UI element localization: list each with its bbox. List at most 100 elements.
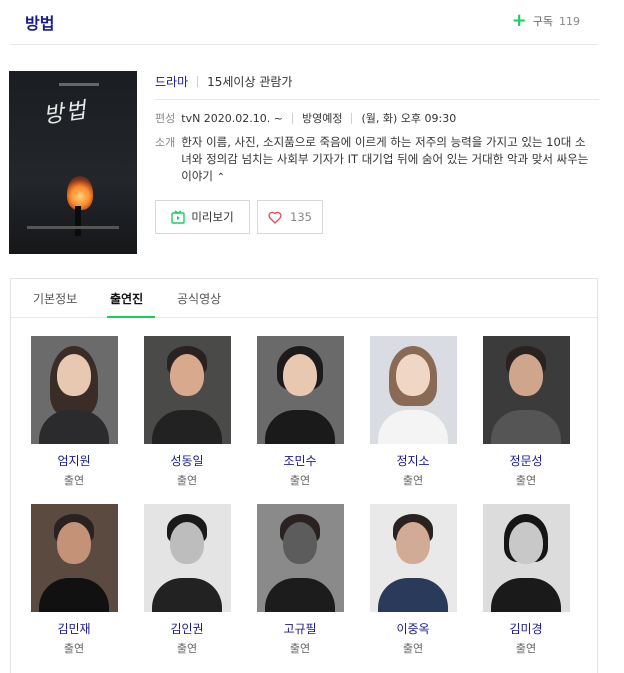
poster-title: 방법 [41,98,90,129]
subscribe-label: 구독 [532,15,553,28]
genre-link[interactable]: 드라마 [155,73,188,90]
synopsis-body: 한자 이름, 사진, 소지품으로 죽음에 이르게 하는 저주의 능력을 가지고 … [181,135,589,183]
tab-official-video[interactable]: 공식영상 [177,290,221,307]
poster-figure [75,206,81,236]
cast-photo[interactable] [482,504,570,612]
header: 방법 + 구독 119 [10,0,598,45]
photo-face [170,522,204,564]
genre-row: 드라마 15세이상 관람가 [155,73,292,90]
poster-fire [67,176,93,210]
cast-role: 출연 [515,474,537,487]
cast-photo[interactable] [143,336,231,444]
photo-body [378,410,448,444]
cast-name[interactable]: 조민수 [255,452,345,469]
cast-item[interactable]: 조민수 출연 [255,336,345,488]
photo-face [283,354,317,396]
cast-role: 출연 [289,642,311,655]
cast-photo[interactable] [30,336,118,444]
airtime: (월, 화) 오후 09:30 [361,112,457,125]
cast-name[interactable]: 정지소 [368,452,458,469]
plus-icon: + [511,10,527,31]
synopsis-text: 한자 이름, 사진, 소지품으로 죽음에 이르게 하는 저주의 능력을 가지고 … [181,134,591,186]
photo-body [491,410,561,444]
status: 방영예정 [302,112,343,125]
divider-line [155,99,599,100]
subscribe-count: 119 [559,14,580,28]
cast-item[interactable]: 성동일 출연 [142,336,232,488]
like-count: 135 [290,210,312,224]
photo-body [39,410,109,444]
cast-role: 출연 [176,642,198,655]
cast-role: 출연 [63,642,85,655]
chevron-up-icon[interactable]: ⌃ [217,172,225,183]
subscribe-button[interactable]: + 구독 119 [511,10,580,31]
schedule-label: 편성 [155,112,176,125]
cast-photo[interactable] [369,504,457,612]
cast-name[interactable]: 정문성 [481,452,571,469]
cast-name[interactable]: 김민재 [29,620,119,637]
photo-face [57,522,91,564]
cast-name[interactable]: 김인권 [142,620,232,637]
synopsis-row: 소개 한자 이름, 사진, 소지품으로 죽음에 이르게 하는 저주의 능력을 가… [155,134,591,186]
tab-cast[interactable]: 출연진 [110,290,143,307]
cast-item[interactable]: 이중옥 출연 [368,504,458,656]
photo-face [509,354,543,396]
divider [292,112,293,124]
poster-network-mark [59,83,99,86]
photo-body [39,578,109,612]
tab-bar: 기본정보 출연진 공식영상 [10,278,598,318]
cast-photo[interactable] [256,504,344,612]
cast-name[interactable]: 성동일 [142,452,232,469]
network-date: tvN 2020.02.10. ~ [181,111,283,125]
photo-body [152,578,222,612]
cast-item[interactable]: 김민재 출연 [29,504,119,656]
divider [197,76,199,87]
cast-item[interactable]: 정문성 출연 [481,336,571,488]
cast-role: 출연 [402,642,424,655]
photo-face [396,354,430,396]
cast-name[interactable]: 엄지원 [29,452,119,469]
cast-list: 엄지원 출연 성동일 출연 조민수 출연 정지소 출연 정문성 출연 김민재 출… [10,318,598,673]
cast-name[interactable]: 고규필 [255,620,345,637]
rating: 15세이상 관람가 [207,75,293,89]
like-button[interactable]: 135 [257,200,323,234]
cast-photo[interactable] [256,336,344,444]
cast-item[interactable]: 정지소 출연 [368,336,458,488]
poster-image[interactable]: 방법 [9,71,137,254]
cast-name[interactable]: 이중옥 [368,620,458,637]
photo-body [378,578,448,612]
page-title: 방법 [25,14,55,33]
heart-icon [268,211,282,224]
photo-face [283,522,317,564]
photo-body [265,578,335,612]
photo-face [57,354,91,396]
cast-role: 출연 [63,474,85,487]
photo-body [152,410,222,444]
tab-basic-info[interactable]: 기본정보 [33,290,77,307]
cast-role: 출연 [289,474,311,487]
play-box-icon [171,210,186,224]
cast-name[interactable]: 김미경 [481,620,571,637]
preview-label: 미리보기 [191,210,234,224]
synopsis-label: 소개 [155,136,176,149]
cast-photo[interactable] [369,336,457,444]
cast-role: 출연 [176,474,198,487]
cast-photo[interactable] [482,336,570,444]
cast-item[interactable]: 고규필 출연 [255,504,345,656]
photo-face [170,354,204,396]
photo-body [265,410,335,444]
cast-photo[interactable] [143,504,231,612]
preview-button[interactable]: 미리보기 [155,200,250,234]
cast-item[interactable]: 김인권 출연 [142,504,232,656]
photo-face [396,522,430,564]
cast-role: 출연 [515,642,537,655]
divider [351,112,353,124]
cast-item[interactable]: 엄지원 출연 [29,336,119,488]
cast-role: 출연 [402,474,424,487]
schedule-row: 편성 tvN 2020.02.10. ~ 방영예정 (월, 화) 오후 09:3… [155,110,456,126]
poster-caption [27,226,119,229]
cast-item[interactable]: 김미경 출연 [481,504,571,656]
photo-body [491,578,561,612]
photo-face [509,522,543,564]
cast-photo[interactable] [30,504,118,612]
